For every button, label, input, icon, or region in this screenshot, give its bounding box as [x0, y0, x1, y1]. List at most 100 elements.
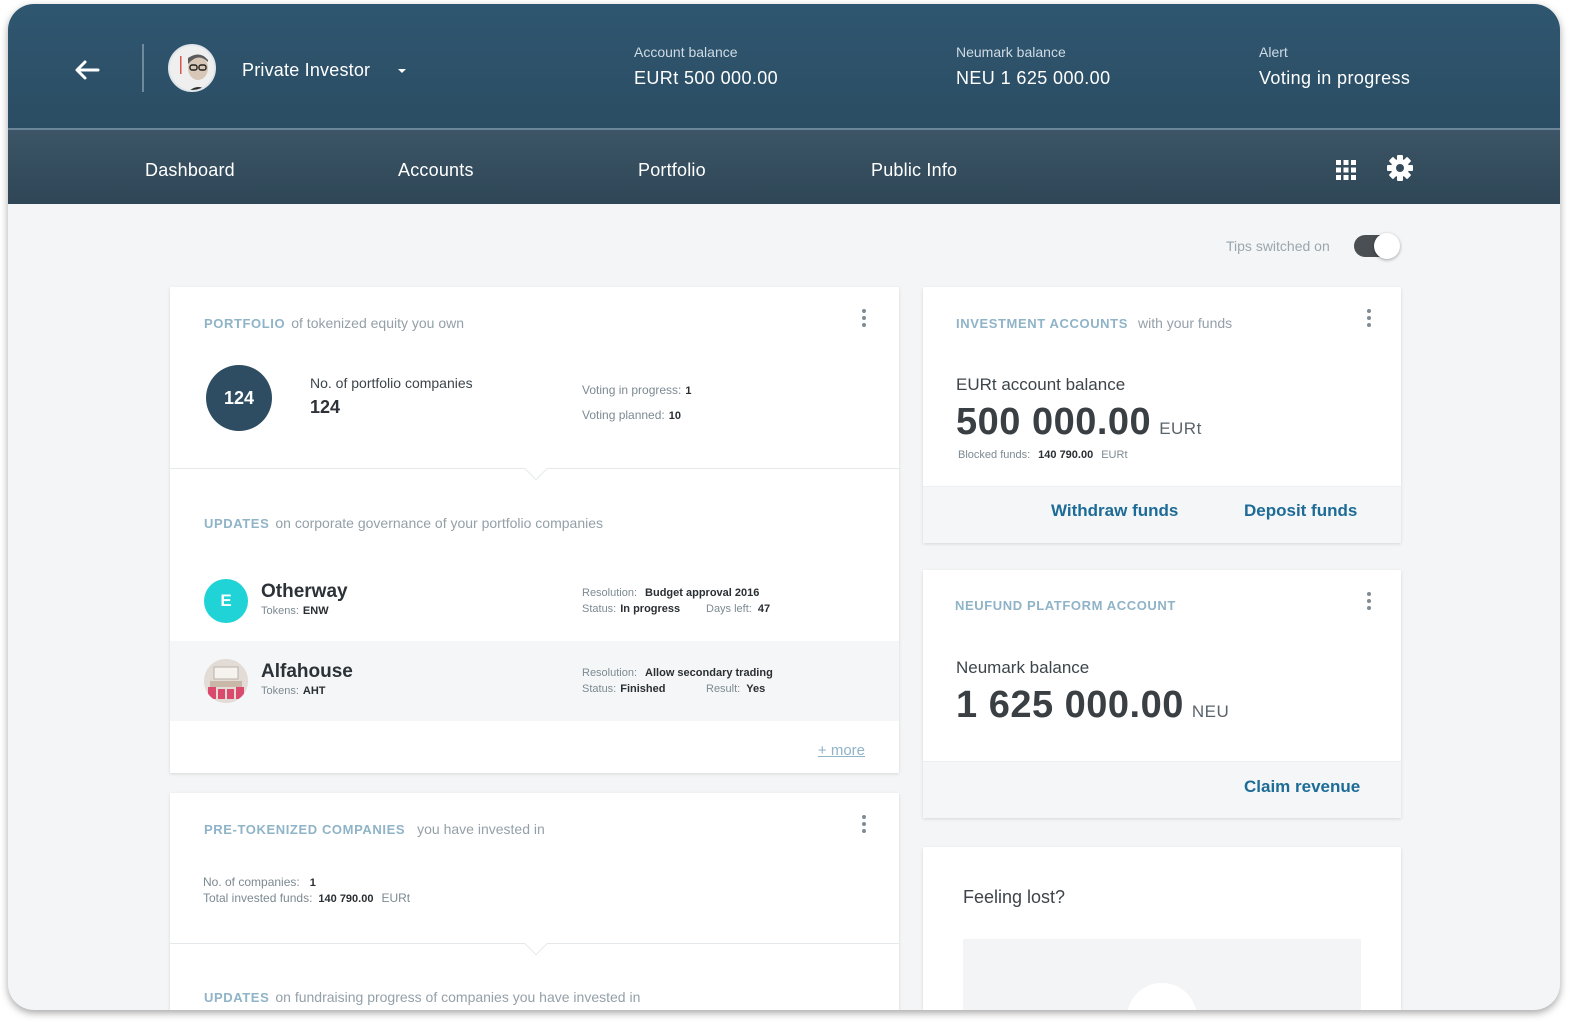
company-tokens: Tokens: ENW: [261, 605, 329, 617]
alert-stat[interactable]: Alert Voting in progress: [1259, 44, 1410, 89]
voting-in-progress-label: Voting in progress:: [582, 383, 682, 397]
company-tokens: Tokens: AHT: [261, 685, 326, 697]
status-value: In progress: [620, 603, 681, 615]
alert-value[interactable]: Voting in progress: [1259, 68, 1410, 89]
app-window: Private Investor Account balance EURt 50…: [8, 4, 1560, 1010]
pretokenized-title: PRE-TOKENIZED COMPANIES you have invested…: [204, 821, 545, 837]
status-label: Status:: [582, 603, 617, 615]
portfolio-title-caption: PORTFOLIO: [204, 316, 286, 331]
blocked-funds-value: 140 790.00: [1038, 449, 1094, 461]
nav-public-info[interactable]: Public Info: [871, 160, 957, 181]
apps-grid-icon[interactable]: [1336, 160, 1356, 180]
voting-planned: Voting planned: 10: [582, 406, 681, 424]
updates-subtitle: on corporate governance of your portfoli…: [275, 515, 603, 531]
otherway-logo: E: [204, 579, 248, 623]
resolution-label: Resolution:: [582, 667, 638, 679]
neufund-account-caption: NEUFUND PLATFORM ACCOUNT: [955, 598, 1176, 613]
blocked-funds-label: Blocked funds:: [958, 449, 1031, 461]
play-button-icon[interactable]: [1127, 983, 1197, 1010]
help-card: Feeling lost?: [923, 847, 1401, 1010]
neumark-balance-stat: Neumark balance NEU 1 625 000.00: [956, 44, 1111, 89]
voting-in-progress: Voting in progress: 1: [582, 381, 692, 399]
result-value: Yes: [746, 683, 766, 695]
invested-label: Total invested funds:: [203, 891, 313, 905]
neufund-actions-bar: Claim revenue: [923, 761, 1401, 818]
company-name: Otherway: [261, 581, 348, 602]
investment-accounts-title: INVESTMENT ACCOUNTS with your funds: [956, 315, 1232, 331]
investment-accounts-subtitle: with your funds: [1137, 315, 1233, 331]
avatar[interactable]: [168, 44, 216, 92]
days-left-label: Days left:: [706, 603, 752, 615]
eurt-balance: 500 000.00 EURt: [956, 401, 1202, 444]
result-line: Result: Yes: [706, 683, 765, 695]
nav-dashboard[interactable]: Dashboard: [145, 160, 235, 181]
update-row-alfahouse[interactable]: Alfahouse Tokens: AHT Resolution: Allow se…: [170, 641, 899, 721]
divider-notch: [524, 457, 548, 481]
resolution-line: Resolution: Allow secondary trading: [582, 667, 773, 679]
result-label: Result:: [706, 683, 741, 695]
portfolio-card: PORTFOLIO of tokenized equity you own 124…: [170, 287, 899, 773]
neufund-account-title: NEUFUND PLATFORM ACCOUNT: [955, 598, 1176, 613]
resolution-label: Resolution:: [582, 587, 638, 599]
blocked-funds: Blocked funds: 140 790.00 EURt: [958, 445, 1128, 463]
tokens-value: AHT: [302, 685, 326, 697]
resolution-value: Allow secondary trading: [645, 667, 773, 679]
companies-label: No. of portfolio companies: [310, 375, 473, 391]
investment-actions-bar: Withdraw funds Deposit funds: [923, 486, 1401, 543]
claim-revenue-button[interactable]: Claim revenue: [1244, 777, 1360, 797]
tokens-label: Tokens:: [261, 685, 299, 697]
pretokenized-companies-label: No. of companies:: [203, 875, 300, 889]
status-value: Finished: [620, 683, 666, 695]
tokens-label: Tokens:: [261, 605, 299, 617]
alert-label: Alert: [1259, 44, 1288, 60]
gear-icon[interactable]: [1386, 154, 1414, 182]
update-row-otherway[interactable]: E Otherway Tokens: ENW Resolution: Budget …: [170, 561, 899, 641]
neumark-balance-label: Neumark balance: [956, 44, 1066, 60]
user-portrait-icon: [170, 46, 214, 90]
tokens-value: ENW: [302, 605, 329, 617]
deposit-funds-button[interactable]: Deposit funds: [1244, 501, 1357, 521]
account-balance-stat: Account balance EURt 500 000.00: [634, 44, 778, 89]
nav-accounts[interactable]: Accounts: [398, 160, 474, 181]
neumark-balance-value: NEU 1 625 000.00: [956, 68, 1111, 88]
companies-value: 124: [310, 397, 341, 417]
more-link[interactable]: + more: [818, 742, 865, 759]
days-left-value: 47: [757, 603, 771, 615]
status-line: Status: In progress: [582, 603, 680, 615]
account-balance-value: EURt 500 000.00: [634, 68, 779, 88]
voting-in-progress-value: 1: [685, 385, 692, 397]
user-name[interactable]: Private Investor: [242, 60, 370, 81]
toggle-knob: [1374, 233, 1400, 259]
withdraw-funds-button[interactable]: Withdraw funds: [1051, 501, 1178, 521]
main-nav: Dashboard Accounts Portfolio Public Info: [8, 130, 1560, 204]
investment-accounts-caption: INVESTMENT ACCOUNTS: [956, 316, 1128, 331]
help-video-placeholder[interactable]: [963, 939, 1361, 1010]
neufund-account-menu-icon[interactable]: [1365, 592, 1373, 614]
pretokenized-updates-caption: UPDATES: [204, 990, 270, 1005]
alfahouse-logo: [204, 659, 248, 703]
neumark-balance-unit: NEU: [1191, 702, 1230, 721]
voting-planned-value: 10: [668, 410, 681, 422]
eurt-balance-unit: EURt: [1159, 419, 1202, 438]
tips-label: Tips switched on: [1226, 238, 1330, 254]
account-balance-label: Account balance: [634, 44, 738, 60]
tips-toggle[interactable]: [1354, 233, 1400, 259]
status-line: Status: Finished: [582, 683, 665, 695]
neufund-account-card: NEUFUND PLATFORM ACCOUNT Neumark balance…: [923, 570, 1401, 818]
investment-accounts-menu-icon[interactable]: [1365, 309, 1373, 331]
divider-notch: [524, 932, 548, 956]
help-title: Feeling lost?: [963, 887, 1066, 907]
neumark-balance: 1 625 000.00 NEU: [956, 684, 1229, 727]
pretokenized-title-caption: PRE-TOKENIZED COMPANIES: [204, 822, 406, 837]
nav-portfolio[interactable]: Portfolio: [638, 160, 706, 181]
chevron-down-icon[interactable]: [396, 66, 408, 76]
pretokenized-menu-icon[interactable]: [860, 815, 868, 837]
pretokenized-updates-title: UPDATES on fundraising progress of compan…: [204, 989, 640, 1005]
investment-accounts-card: INVESTMENT ACCOUNTS with your funds EURt …: [923, 287, 1401, 543]
portfolio-menu-icon[interactable]: [860, 309, 868, 331]
back-arrow-icon[interactable]: [72, 56, 102, 84]
top-bar: Private Investor Account balance EURt 50…: [8, 4, 1560, 128]
pretokenized-card: PRE-TOKENIZED COMPANIES you have invested…: [170, 793, 899, 1010]
blocked-funds-unit: EURt: [1101, 449, 1128, 461]
neumark-balance-label: Neumark balance: [956, 658, 1090, 677]
